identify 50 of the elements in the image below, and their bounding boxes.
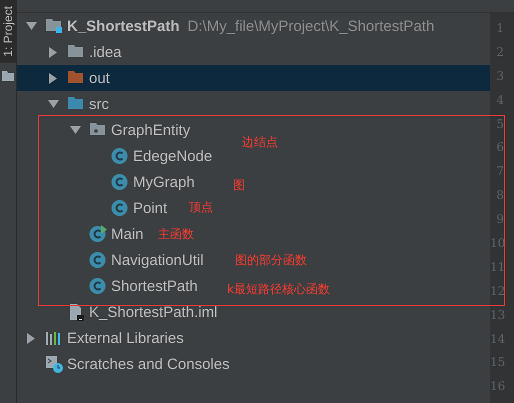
item-label: Scratches and Consoles	[67, 356, 230, 372]
item-label: External Libraries	[67, 330, 184, 346]
item-label: NavigationUtil	[111, 252, 204, 268]
folder-icon	[45, 17, 63, 35]
annotation: 主函数	[158, 226, 194, 243]
class-icon	[111, 173, 129, 191]
item-label: src	[89, 96, 109, 112]
collapse-arrow-icon[interactable]	[45, 100, 61, 108]
item-label: GraphEntity	[111, 122, 190, 138]
annotation: 边结点	[242, 134, 278, 151]
file-icon	[67, 303, 85, 321]
collapse-arrow-icon[interactable]	[67, 126, 83, 134]
tree-item[interactable]: Scratches and Consoles	[23, 351, 230, 377]
item-label: MyGraph	[133, 174, 195, 190]
item-label: ShortestPath	[111, 278, 198, 294]
tree-item[interactable]: ShortestPath	[67, 273, 198, 299]
tree-item[interactable]: .idea	[45, 39, 122, 65]
annotation: k最短路径核心函数	[227, 281, 330, 298]
tree-item[interactable]: Point	[89, 195, 168, 221]
annotation: 图	[233, 177, 245, 194]
tree-item[interactable]: K_ShortestPath D:\My_file\MyProject\K_ShortestPath	[23, 13, 434, 39]
tree-item[interactable]: out	[45, 65, 110, 91]
class-icon	[111, 147, 129, 165]
tree-item[interactable]: NavigationUtil	[67, 247, 204, 273]
libraries-icon	[45, 329, 63, 347]
tree-item[interactable]: MyGraph	[89, 169, 195, 195]
project-path: D:\My_file\MyProject\K_ShortestPath	[188, 18, 434, 34]
item-label: .idea	[89, 44, 122, 60]
annotation: 图的部分函数	[235, 252, 307, 269]
collapse-arrow-icon[interactable]	[23, 22, 39, 30]
class-icon	[89, 277, 107, 295]
item-label: K_ShortestPath.iml	[89, 304, 218, 320]
item-label: Main	[111, 226, 144, 242]
item-label: K_ShortestPath	[67, 18, 180, 34]
folder-icon[interactable]	[2, 70, 14, 81]
item-label: Point	[133, 200, 168, 216]
class-icon	[111, 199, 129, 217]
tree-item[interactable]: EdegeNode	[89, 143, 212, 169]
tree-item[interactable]: Main	[67, 221, 144, 247]
item-label: out	[89, 70, 110, 86]
tree-item[interactable]: GraphEntity	[67, 117, 190, 143]
tree-item[interactable]: src	[45, 91, 109, 117]
annotation: 顶点	[189, 199, 213, 216]
item-label: EdegeNode	[133, 148, 212, 164]
sidebar-tab[interactable]: 1: Project	[0, 0, 16, 63]
scratches-icon	[45, 355, 63, 373]
tree-item[interactable]: External Libraries	[23, 325, 184, 351]
class-icon	[89, 251, 107, 269]
tree-item[interactable]: K_ShortestPath.iml	[45, 299, 218, 325]
runnable-class-icon	[89, 225, 107, 243]
